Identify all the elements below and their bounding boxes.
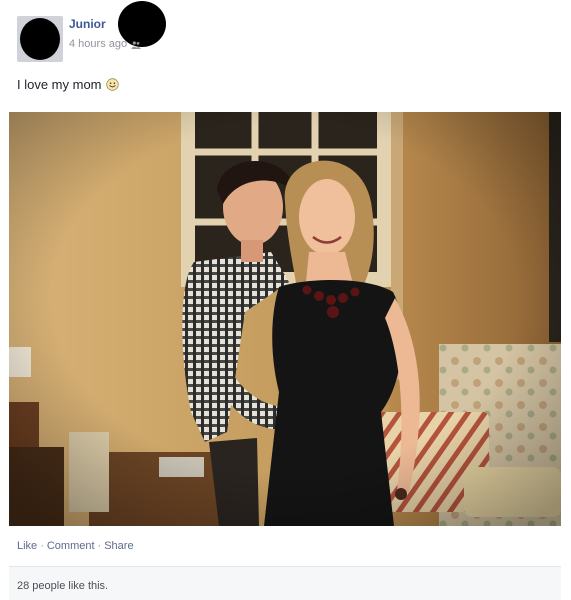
share-link[interactable]: Share [104, 540, 133, 552]
post-actions: Like · Comment · Share [17, 540, 134, 552]
status-text: I love my mom [17, 77, 102, 92]
comment-link[interactable]: Comment [47, 540, 95, 552]
post-status: I love my mom [17, 77, 119, 92]
likes-summary[interactable]: 28 people like this. [17, 580, 108, 592]
people-icon[interactable] [131, 40, 141, 50]
news-feed-post: Junior 4 hours ago I love my mom Like · … [0, 0, 571, 600]
timestamp-text[interactable]: 4 hours ago [69, 38, 127, 50]
post-photo[interactable] [9, 112, 561, 526]
like-link[interactable]: Like [17, 540, 37, 552]
photo-image [9, 112, 561, 526]
redaction-mark [20, 18, 60, 60]
post-timestamp: 4 hours ago [69, 38, 141, 50]
post-header: Junior 4 hours ago [0, 0, 571, 70]
separator: · [40, 540, 44, 552]
separator: · [97, 540, 102, 552]
author-name[interactable]: Junior [69, 17, 106, 31]
smile-icon [105, 78, 119, 91]
likes-bar: 28 people like this. [9, 566, 561, 600]
author-avatar[interactable] [17, 16, 63, 62]
